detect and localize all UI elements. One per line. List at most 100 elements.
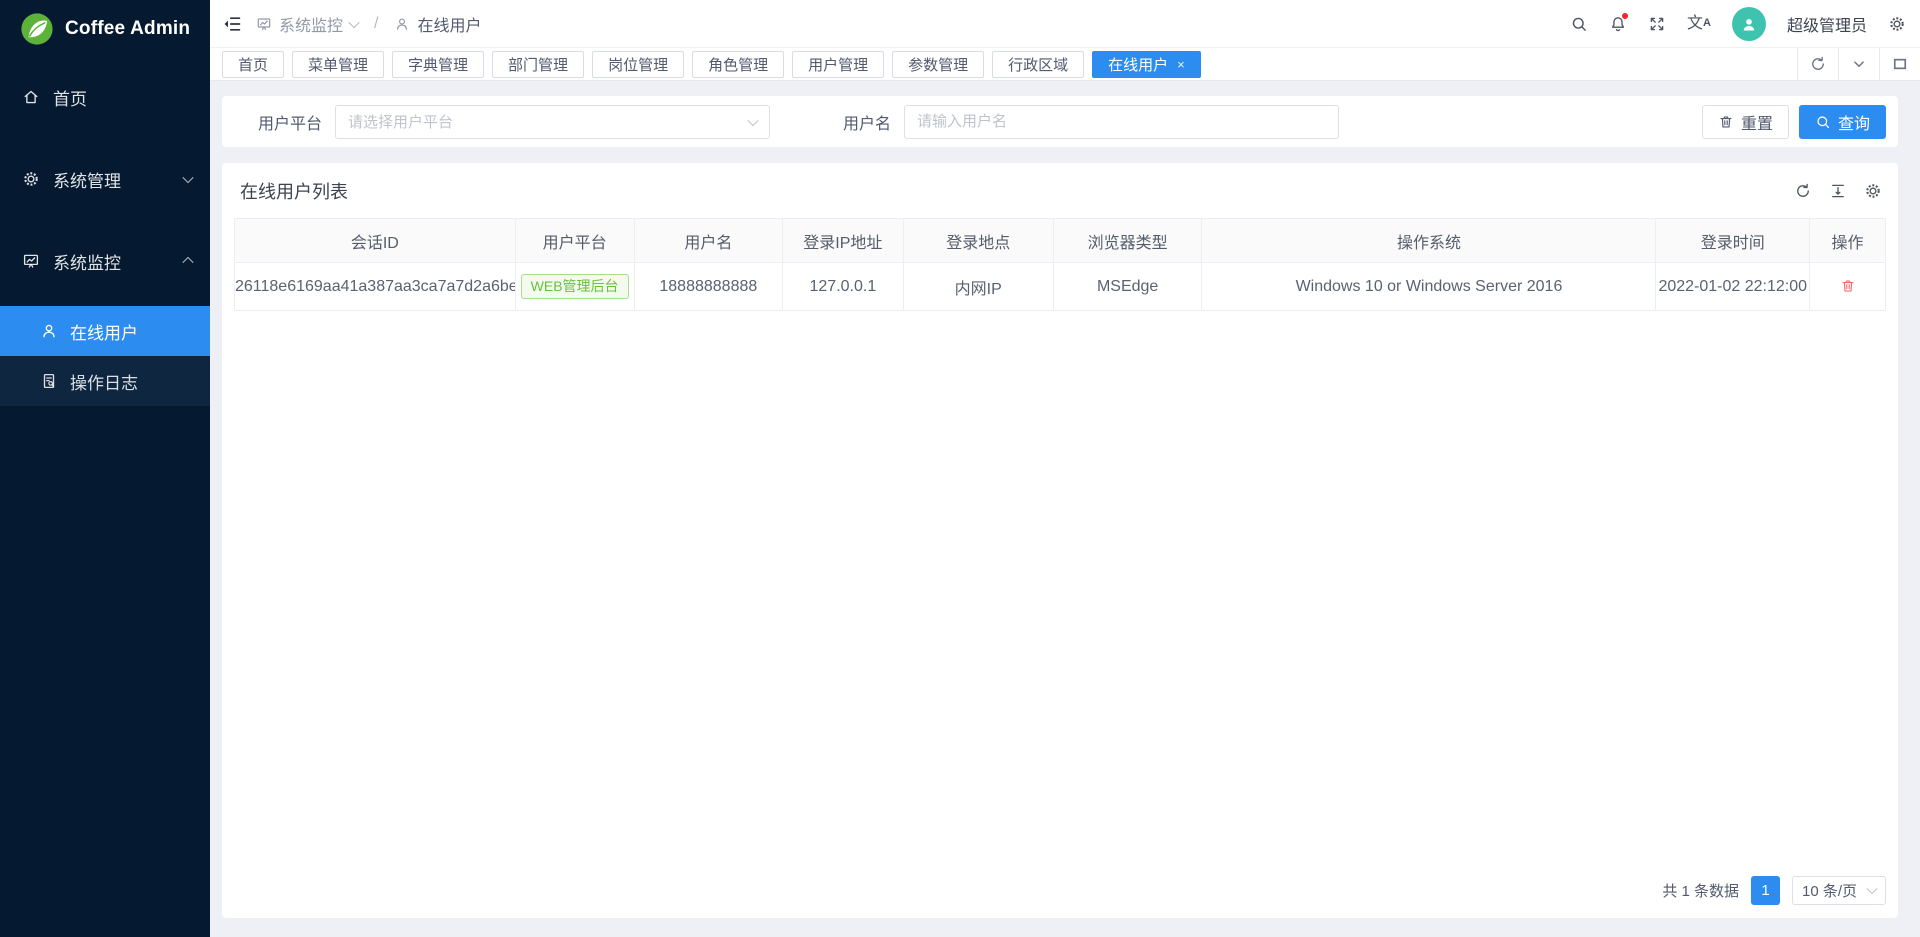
cell-platform: WEB管理后台	[515, 263, 634, 311]
username-input[interactable]	[904, 105, 1339, 139]
gear-icon[interactable]	[1888, 15, 1906, 33]
close-icon[interactable]: ×	[1177, 58, 1185, 71]
chevron-down-icon[interactable]	[1838, 48, 1879, 80]
sidebar-item-operation-logs[interactable]: 操作日志	[0, 356, 210, 406]
tab-dict-management[interactable]: 字典管理	[392, 51, 484, 78]
top-bar-left: 系统监控 / 在线用户	[222, 12, 481, 36]
leaf-icon	[20, 12, 54, 46]
bell-icon[interactable]	[1609, 15, 1627, 33]
trash-icon	[1718, 114, 1734, 130]
col-username: 用户名	[634, 219, 783, 263]
page-size-select[interactable]: 10 条/页	[1792, 876, 1886, 905]
tab-param-management[interactable]: 参数管理	[892, 51, 984, 78]
platform-select[interactable]: 请选择用户平台	[335, 105, 770, 139]
avatar[interactable]	[1732, 7, 1766, 41]
user-icon	[394, 16, 410, 32]
sidebar-submenu: 在线用户 操作日志	[0, 306, 210, 406]
translate-icon[interactable]: 文A	[1687, 16, 1711, 32]
chevron-up-icon	[182, 257, 193, 268]
page-size-value: 10 条/页	[1802, 880, 1857, 901]
filter-buttons: 重置 查询	[1702, 105, 1886, 139]
sidebar-item-label: 首页	[53, 85, 87, 110]
col-actions: 操作	[1810, 219, 1886, 263]
sidebar-item-system-monitor[interactable]: 系统监控	[0, 236, 210, 286]
filter-card: 用户平台 请选择用户平台 用户名 重置 查询	[222, 96, 1898, 147]
monitor-icon	[256, 16, 272, 32]
pagination: 共 1 条数据 1 10 条/页	[222, 876, 1898, 918]
chevron-down-icon	[348, 16, 359, 27]
cell-actions	[1810, 263, 1886, 311]
tab-bar: 首页 菜单管理 字典管理 部门管理 岗位管理 角色管理 用户管理 参数管理 行政…	[210, 48, 1920, 81]
cell-browser: MSEdge	[1053, 263, 1202, 311]
online-users-table: 会话ID 用户平台 用户名 登录IP地址 登录地点 浏览器类型 操作系统 登录时…	[234, 218, 1886, 311]
tab-admin-region[interactable]: 行政区域	[992, 51, 1084, 78]
card-tools	[1794, 182, 1882, 200]
platform-label: 用户平台	[258, 110, 322, 134]
sidebar-item-online-users[interactable]: 在线用户	[0, 306, 210, 356]
sidebar-item-label: 操作日志	[70, 369, 138, 394]
cell-location: 内网IP	[903, 263, 1053, 311]
delete-session-button[interactable]	[1840, 278, 1856, 294]
card-header: 在线用户列表	[222, 163, 1898, 218]
monitor-icon	[22, 252, 40, 270]
cell-os: Windows 10 or Windows Server 2016	[1202, 263, 1656, 311]
col-login-time: 登录时间	[1656, 219, 1810, 263]
avatar-person-icon	[1739, 14, 1759, 34]
sidebar-item-label: 系统管理	[53, 167, 121, 192]
breadcrumb-label: 系统监控	[279, 12, 343, 36]
refresh-icon[interactable]	[1797, 48, 1838, 80]
table-row: 26118e6169aa41a387aa3ca7a7d2a6be WEB管理后台…	[235, 263, 1886, 311]
user-icon	[40, 322, 58, 340]
col-os: 操作系统	[1202, 219, 1656, 263]
main-area: 系统监控 / 在线用户 文A 超级管理员	[210, 0, 1920, 937]
tab-post-management[interactable]: 岗位管理	[592, 51, 684, 78]
table-empty-space	[222, 311, 1898, 876]
col-browser: 浏览器类型	[1053, 219, 1202, 263]
fullscreen-icon[interactable]	[1648, 15, 1666, 33]
row-height-icon[interactable]	[1829, 182, 1847, 200]
gear-icon[interactable]	[1864, 182, 1882, 200]
search-icon	[1815, 114, 1831, 130]
sidebar-item-home[interactable]: 首页	[0, 72, 210, 122]
reset-button[interactable]: 重置	[1702, 105, 1789, 139]
tab-online-users[interactable]: 在线用户 ×	[1092, 51, 1201, 78]
maximize-icon[interactable]	[1879, 48, 1920, 80]
breadcrumb-item-online-users: 在线用户	[394, 12, 481, 36]
tab-role-management[interactable]: 角色管理	[692, 51, 784, 78]
page-button-1[interactable]: 1	[1751, 876, 1780, 905]
user-name[interactable]: 超级管理员	[1787, 12, 1867, 36]
collapse-menu-icon[interactable]	[222, 14, 242, 34]
sidebar-item-label: 系统监控	[53, 249, 121, 274]
col-location: 登录地点	[903, 219, 1053, 263]
pagination-total: 共 1 条数据	[1662, 880, 1739, 901]
search-icon[interactable]	[1570, 15, 1588, 33]
trash-icon	[1840, 278, 1856, 294]
tab-label: 在线用户	[1108, 54, 1168, 75]
tab-menu-management[interactable]: 菜单管理	[292, 51, 384, 78]
tab-user-management[interactable]: 用户管理	[792, 51, 884, 78]
sidebar: Coffee Admin 首页 系统管理 系统监控	[0, 0, 210, 937]
app-title: Coffee Admin	[65, 18, 190, 40]
top-bar-right: 文A 超级管理员	[1570, 7, 1906, 41]
breadcrumb-label: 在线用户	[417, 12, 481, 36]
chevron-down-icon	[182, 172, 193, 183]
username-label: 用户名	[843, 110, 891, 134]
tab-dept-management[interactable]: 部门管理	[492, 51, 584, 78]
sidebar-item-system-management[interactable]: 系统管理	[0, 154, 210, 204]
tab-list: 首页 菜单管理 字典管理 部门管理 岗位管理 角色管理 用户管理 参数管理 行政…	[222, 48, 1797, 80]
col-platform: 用户平台	[515, 219, 634, 263]
breadcrumb-item-system-monitor[interactable]: 系统监控	[256, 12, 358, 36]
log-icon	[40, 372, 58, 390]
sidebar-menu: 首页 系统管理 系统监控 在线用户 操	[0, 64, 210, 406]
cell-login-time: 2022-01-02 22:12:00	[1656, 263, 1810, 311]
tab-bar-tools	[1797, 48, 1920, 80]
gear-icon	[22, 170, 40, 188]
platform-tag: WEB管理后台	[521, 274, 629, 300]
tab-home[interactable]: 首页	[222, 51, 284, 78]
search-button[interactable]: 查询	[1799, 105, 1886, 139]
refresh-icon[interactable]	[1794, 182, 1812, 200]
logo[interactable]: Coffee Admin	[0, 0, 210, 58]
page-content: 用户平台 请选择用户平台 用户名 重置 查询	[210, 81, 1920, 937]
table-wrap: 会话ID 用户平台 用户名 登录IP地址 登录地点 浏览器类型 操作系统 登录时…	[222, 218, 1898, 311]
notification-dot	[1621, 12, 1629, 20]
